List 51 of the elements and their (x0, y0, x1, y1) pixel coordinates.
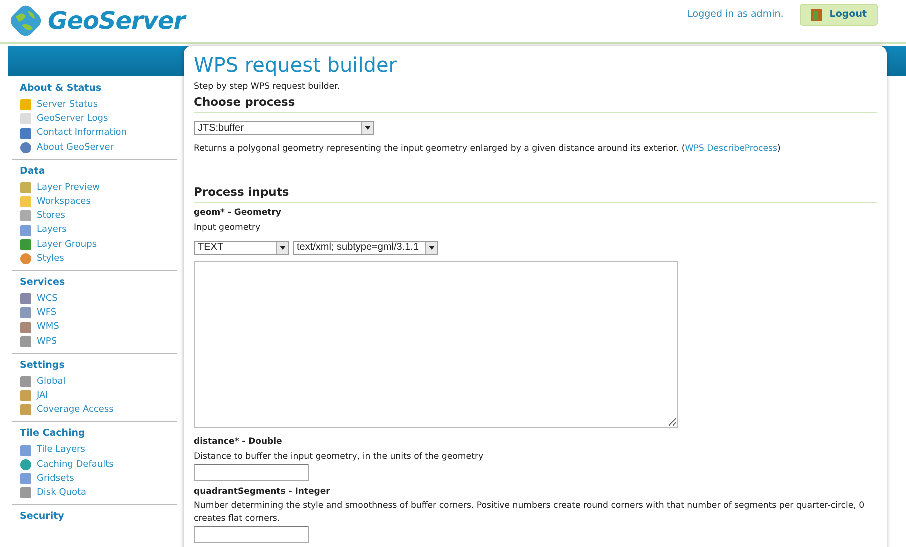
sidebar-link[interactable]: Caching Defaults (20, 458, 177, 472)
input-description: Number determining the style and smoothness of buffer corners. Positive numbers create round corners with that number of segments per quarter-circle, 0 creates flat corners. (194, 500, 866, 526)
input-description: Distance to buffer the input geometry, in the units of the geometry (194, 450, 485, 464)
page-title: WPS request builder (194, 52, 398, 78)
sidebar-link[interactable]: WCS (20, 292, 177, 306)
section-heading: Process inputs (194, 184, 877, 204)
value-field[interactable] (194, 526, 309, 544)
sidebar-link[interactable]: Stores (20, 209, 177, 224)
value-field[interactable] (194, 464, 309, 481)
select-field[interactable]: TEXT (194, 240, 289, 255)
section-heading: Settings (20, 358, 66, 372)
sidebar-link[interactable]: Contact Information (20, 126, 177, 141)
sidebar-link[interactable]: WFS (20, 306, 177, 320)
logout-button[interactable]: Logout (800, 4, 878, 26)
process-description: Returns a polygonal geometry representing the input geometry enlarged by a given distance around its exterior. (WPS DescribeProcess) (194, 143, 782, 156)
sidebar-link[interactable]: Gridsets (20, 472, 177, 486)
select-field[interactable]: text/xml; subtype=gml/3.1.1 (293, 240, 438, 255)
section-heading: Tile Caching (20, 427, 86, 440)
door-icon (810, 9, 822, 21)
section-heading: Services (20, 276, 66, 290)
sidebar-link[interactable]: WPS (20, 334, 177, 349)
sidebar-link[interactable]: GeoServer Logs (20, 112, 177, 126)
logo-text: GeoServer (48, 6, 186, 37)
caret-icon (428, 246, 434, 250)
sidebar-link[interactable]: Layer Preview (20, 180, 177, 196)
page-subtitle: Step by step WPS request builder. (194, 81, 342, 94)
input-label: quadrantSegments - Integer (194, 486, 332, 498)
sidebar-link[interactable]: Layer Groups (20, 238, 177, 252)
sidebar-link[interactable]: Tile Layers (20, 443, 177, 458)
input-label: distance* - Double (194, 436, 284, 449)
select-field[interactable]: JTS:buffer (194, 121, 374, 136)
sidebar-link[interactable]: Disk Quota (20, 486, 177, 500)
caret-icon (364, 126, 370, 130)
sidebar-link[interactable]: Styles (20, 252, 177, 266)
section-heading: About & Status (20, 82, 103, 95)
sidebar-link[interactable]: Workspaces (20, 195, 177, 210)
sidebar-link[interactable]: Global (20, 374, 177, 390)
sidebar-link[interactable]: JAI (20, 389, 177, 404)
sidebar-link[interactable]: About GeoServer (20, 140, 177, 155)
sidebar-link[interactable]: Layers (20, 223, 177, 238)
section-heading: Choose process (194, 94, 877, 114)
sidebar-link[interactable]: Server Status (20, 98, 177, 112)
login-status: Logged in as admin. (688, 8, 784, 22)
input-label: geom* - Geometry (194, 207, 282, 220)
sidebar-link[interactable]: WMS (20, 320, 177, 335)
input-description: Input geometry (194, 222, 262, 235)
describe-process-link[interactable]: WPS DescribeProcess (685, 144, 778, 154)
section-heading: Data (20, 164, 46, 178)
section-heading: Security (20, 510, 66, 524)
caret-icon (280, 246, 286, 250)
sidebar-link[interactable]: Coverage Access (20, 403, 177, 418)
